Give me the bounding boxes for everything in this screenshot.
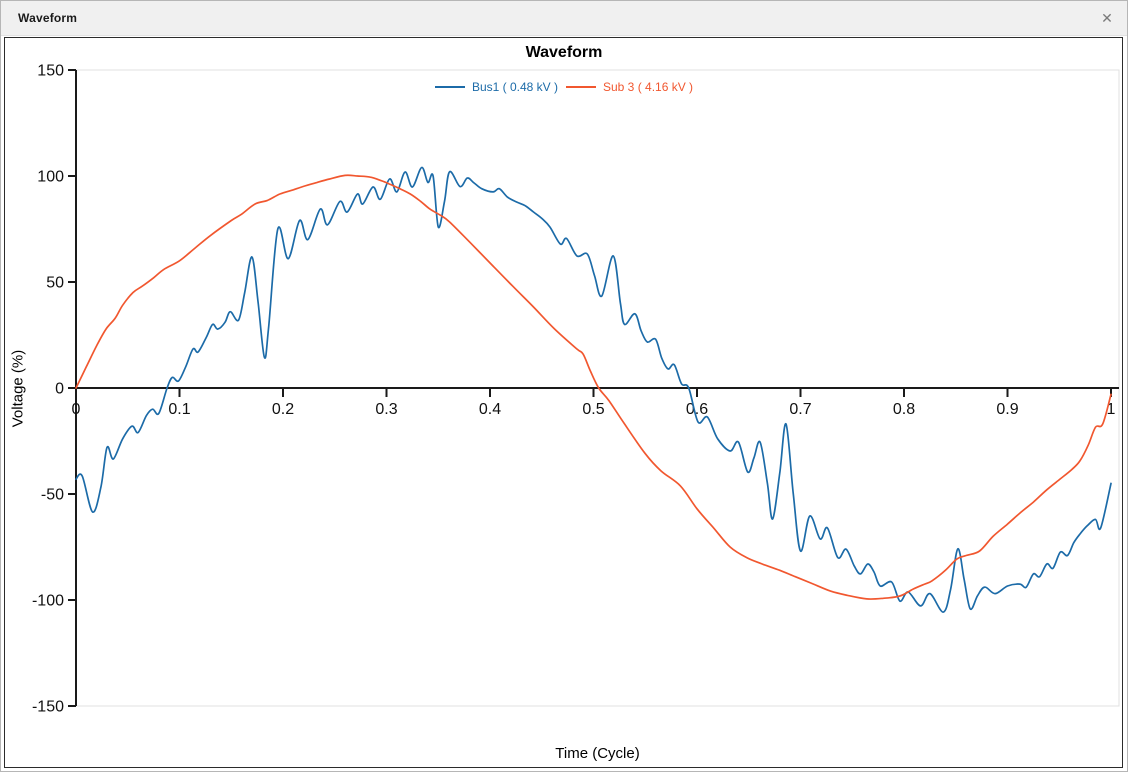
close-icon[interactable]: ✕ [1092, 0, 1122, 36]
legend-line-swatch-bus1 [435, 86, 465, 88]
legend-label-bus1: Bus1 ( 0.48 kV ) [472, 80, 558, 94]
window-title: Waveform [0, 11, 77, 25]
legend-item-bus1: Bus1 ( 0.48 kV ) [435, 80, 558, 94]
chart-legend: Bus1 ( 0.48 kV ) Sub 3 ( 4.16 kV ) [0, 80, 1128, 94]
chart-title: Waveform [0, 44, 1128, 62]
legend-line-swatch-sub3 [566, 86, 596, 88]
window-titlebar: Waveform ✕ [0, 0, 1128, 36]
y-axis-title: Voltage (%) [10, 344, 27, 434]
legend-item-sub3: Sub 3 ( 4.16 kV ) [566, 80, 693, 94]
legend-label-sub3: Sub 3 ( 4.16 kV ) [603, 80, 693, 94]
chart-panel [4, 37, 1123, 768]
waveform-window: { "window": { "title": "Waveform", "clos… [0, 0, 1128, 772]
x-axis-title: Time (Cycle) [0, 745, 1128, 762]
